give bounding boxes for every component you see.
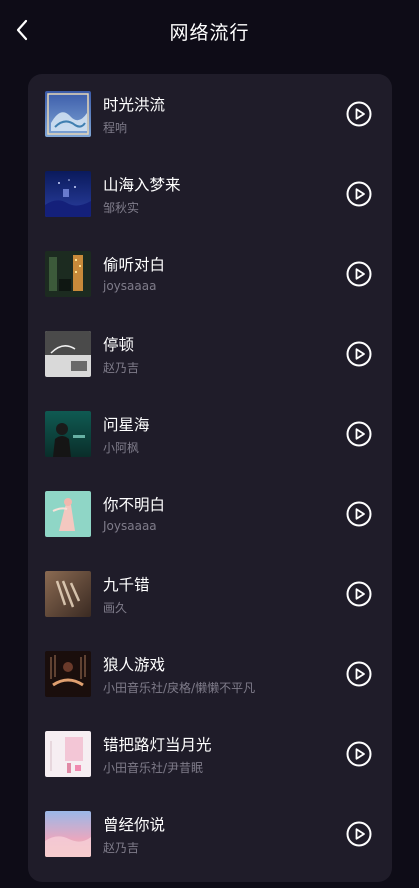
song-list: 时光洪流 程响 山海入梦来 邹秋实 偷听对白 joysaaaa 停顿 赵乃吉 问…	[28, 74, 392, 882]
song-title: 错把路灯当月光	[103, 736, 212, 754]
play-circle-icon[interactable]	[346, 741, 372, 767]
song-artist: 程响	[103, 121, 128, 135]
song-title: 停顿	[103, 336, 135, 354]
song-artist: Joysaaaa	[103, 519, 157, 533]
album-cover	[45, 731, 91, 777]
album-cover	[45, 811, 91, 857]
album-cover	[45, 651, 91, 697]
top-bar: 网络流行	[0, 0, 419, 62]
song-artist: 赵乃吉	[103, 841, 140, 855]
song-artist: joysaaaa	[103, 279, 157, 293]
song-artist: 小田音乐社/戾格/懒懒不平凡	[103, 681, 256, 695]
song-title: 狼人游戏	[103, 656, 166, 674]
song-item[interactable]: 问星海 小阿枫	[28, 394, 392, 474]
song-title: 时光洪流	[103, 96, 166, 114]
song-item[interactable]: 停顿 赵乃吉	[28, 314, 392, 394]
song-item[interactable]: 你不明白 Joysaaaa	[28, 474, 392, 554]
song-item[interactable]: 偷听对白 joysaaaa	[28, 234, 392, 314]
play-circle-icon[interactable]	[346, 661, 372, 687]
play-circle-icon[interactable]	[346, 821, 372, 847]
song-item[interactable]: 错把路灯当月光 小田音乐社/尹昔眠	[28, 714, 392, 794]
album-cover	[45, 91, 91, 137]
play-circle-icon[interactable]	[346, 101, 372, 127]
song-item[interactable]: 时光洪流 程响	[28, 74, 392, 154]
play-circle-icon[interactable]	[346, 581, 372, 607]
album-cover	[45, 411, 91, 457]
play-circle-icon[interactable]	[346, 501, 372, 527]
play-circle-icon[interactable]	[346, 261, 372, 287]
song-artist: 画久	[103, 601, 128, 615]
song-title: 偷听对白	[103, 256, 166, 274]
song-title: 山海入梦来	[103, 176, 181, 194]
song-item[interactable]: 山海入梦来 邹秋实	[28, 154, 392, 234]
album-cover	[45, 251, 91, 297]
album-cover	[45, 491, 91, 537]
song-item[interactable]: 九千错 画久	[28, 554, 392, 634]
song-artist: 小阿枫	[103, 441, 140, 455]
song-title: 问星海	[103, 416, 150, 434]
song-artist: 赵乃吉	[103, 361, 140, 375]
album-cover	[45, 331, 91, 377]
song-artist: 邹秋实	[103, 201, 140, 215]
play-circle-icon[interactable]	[346, 341, 372, 367]
page-title: 网络流行	[169, 22, 250, 44]
song-artist: 小田音乐社/尹昔眠	[103, 761, 204, 775]
album-cover	[45, 171, 91, 217]
song-title: 你不明白	[103, 496, 166, 514]
song-title: 曾经你说	[103, 816, 166, 834]
play-circle-icon[interactable]	[346, 421, 372, 447]
song-title: 九千错	[103, 576, 150, 594]
screen: 网络流行 时光洪流 程响 山海入梦来 邹秋实 偷听对白 joysaaaa 停顿 …	[0, 0, 419, 888]
play-circle-icon[interactable]	[346, 181, 372, 207]
song-item[interactable]: 曾经你说 赵乃吉	[28, 794, 392, 874]
album-cover	[45, 571, 91, 617]
song-item[interactable]: 狼人游戏 小田音乐社/戾格/懒懒不平凡	[28, 634, 392, 714]
